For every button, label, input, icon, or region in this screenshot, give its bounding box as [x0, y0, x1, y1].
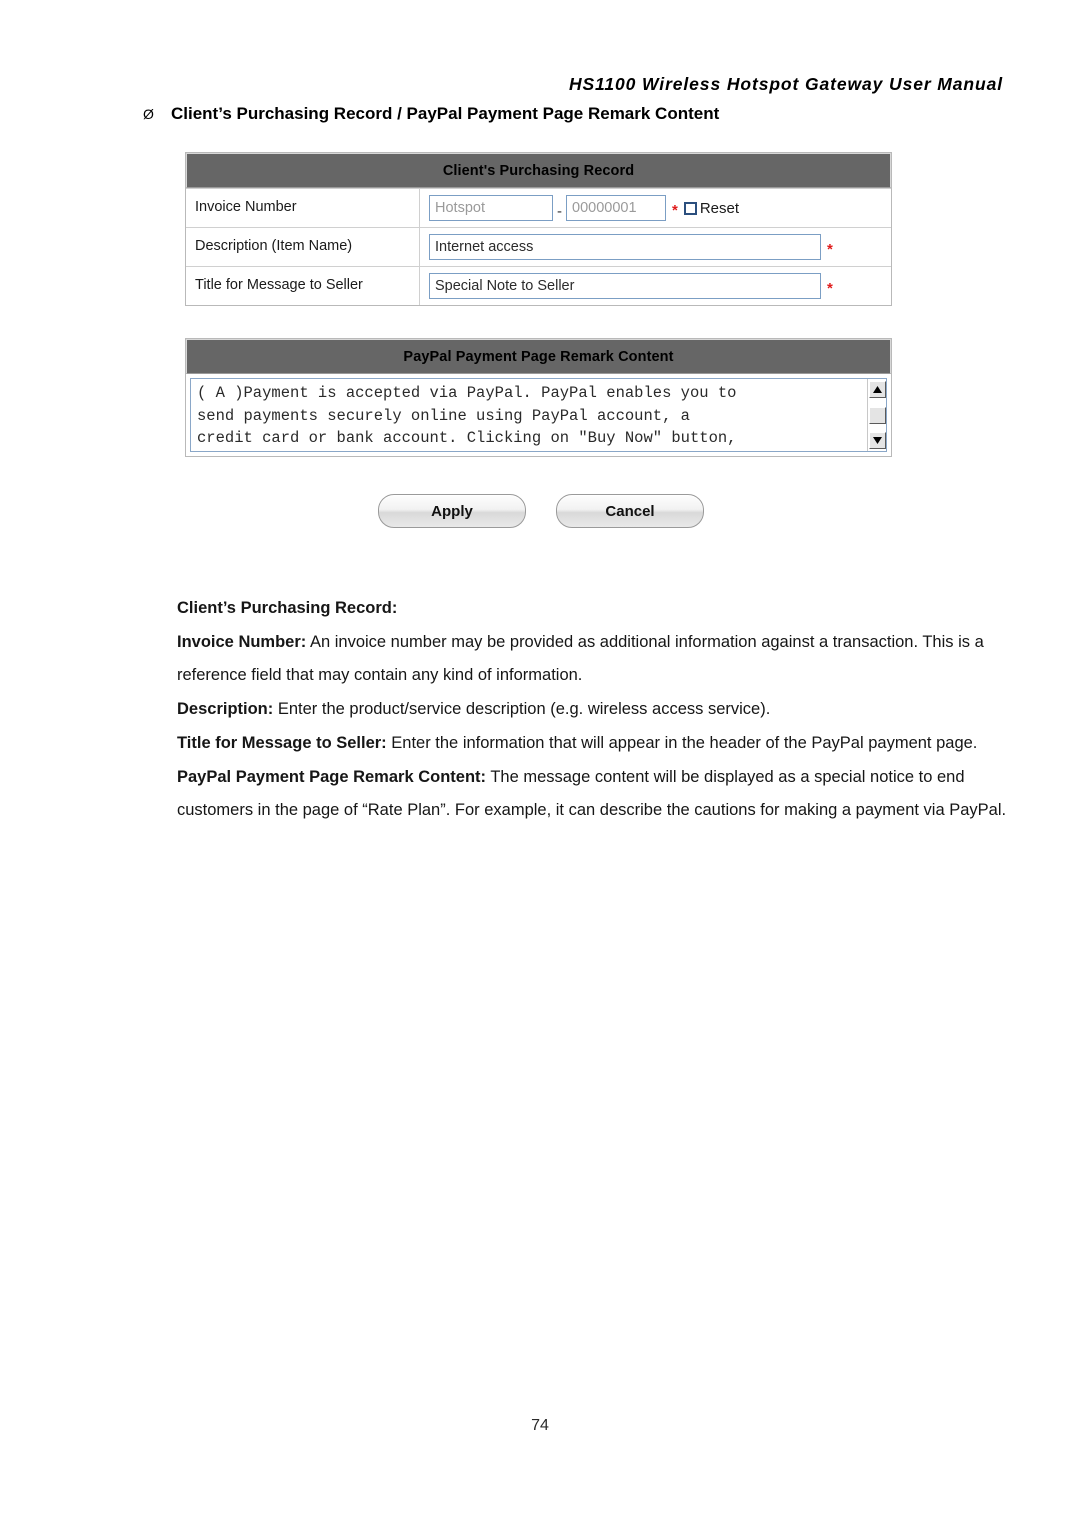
section-heading: Ø Client’s Purchasing Record / PayPal Pay…: [143, 104, 719, 124]
invoice-number-field-group: Hotspot - 00000001 * Reset: [420, 189, 891, 227]
reset-checkbox[interactable]: [683, 201, 697, 215]
title-for-message-paragraph: Title for Message to Seller: Enter the i…: [177, 727, 1009, 760]
description-row: Description (Item Name) Internet access …: [186, 227, 891, 266]
description-lead-in: Description:: [177, 700, 274, 718]
invoice-separator: -: [557, 202, 562, 220]
remark-content-lead-in: PayPal Payment Page Remark Content:: [177, 768, 487, 786]
invoice-required-marker: *: [672, 201, 678, 219]
description-heading: Client’s Purchasing Record:: [177, 592, 1009, 625]
remark-textarea-wrapper[interactable]: ( A )Payment is accepted via PayPal. Pay…: [190, 378, 887, 452]
cancel-button[interactable]: Cancel: [556, 494, 704, 528]
running-header: HS1100 Wireless Hotspot Gateway User Man…: [568, 74, 1003, 94]
invoice-number-label: Invoice Number: [186, 189, 420, 227]
remark-content-panel: PayPal Payment Page Remark Content ( A )…: [185, 338, 892, 457]
bullet-marker-icon: Ø: [143, 106, 154, 122]
title-for-message-lead-in: Title for Message to Seller:: [177, 734, 387, 752]
page-number: 74: [531, 1417, 549, 1434]
reset-checkbox-label: Reset: [699, 199, 740, 217]
remark-textarea[interactable]: ( A )Payment is accepted via PayPal. Pay…: [191, 379, 867, 451]
description-body: Enter the product/service description (e…: [273, 700, 771, 718]
scroll-up-button[interactable]: [869, 381, 886, 398]
scroll-down-button[interactable]: [869, 432, 886, 449]
description-label: Description (Item Name): [186, 228, 420, 266]
description-paragraph: Description: Enter the product/service d…: [177, 693, 1009, 726]
invoice-number-paragraph: Invoice Number: An invoice number may be…: [177, 626, 1009, 692]
section-heading-text: Client’s Purchasing Record / PayPal Paym…: [171, 104, 720, 123]
description-input[interactable]: Internet access: [429, 234, 821, 260]
reset-checkbox-group[interactable]: Reset: [683, 199, 740, 217]
title-for-message-row: Title for Message to Seller Special Note…: [186, 266, 891, 305]
invoice-prefix-input[interactable]: Hotspot: [429, 195, 553, 221]
scrollbar-thumb[interactable]: [869, 406, 886, 424]
title-for-message-input[interactable]: Special Note to Seller: [429, 273, 821, 299]
purchasing-record-panel-title: Client's Purchasing Record: [186, 153, 891, 188]
remark-scrollbar[interactable]: [867, 379, 886, 451]
remark-content-panel-title: PayPal Payment Page Remark Content: [186, 339, 891, 374]
title-for-message-field-group: Special Note to Seller *: [420, 267, 891, 305]
description-heading-text: Client’s Purchasing Record:: [177, 599, 398, 617]
invoice-serial-input[interactable]: 00000001: [566, 195, 666, 221]
title-for-message-body: Enter the information that will appear i…: [386, 734, 978, 752]
action-button-row: Apply Cancel: [378, 494, 704, 528]
title-for-message-label: Title for Message to Seller: [186, 267, 420, 305]
apply-button[interactable]: Apply: [378, 494, 526, 528]
purchasing-record-panel: Client's Purchasing Record Invoice Numbe…: [185, 152, 892, 306]
description-required-marker: *: [827, 240, 833, 258]
invoice-number-lead-in: Invoice Number:: [177, 633, 307, 651]
description-text-block: Client’s Purchasing Record: Invoice Numb…: [177, 592, 1009, 828]
description-field-group: Internet access *: [420, 228, 891, 266]
remark-content-paragraph: PayPal Payment Page Remark Content: The …: [177, 761, 1009, 827]
title-for-message-required-marker: *: [827, 279, 833, 297]
remark-content-body: ( A )Payment is accepted via PayPal. Pay…: [186, 374, 891, 456]
invoice-number-row: Invoice Number Hotspot - 00000001 * Rese…: [186, 188, 891, 227]
